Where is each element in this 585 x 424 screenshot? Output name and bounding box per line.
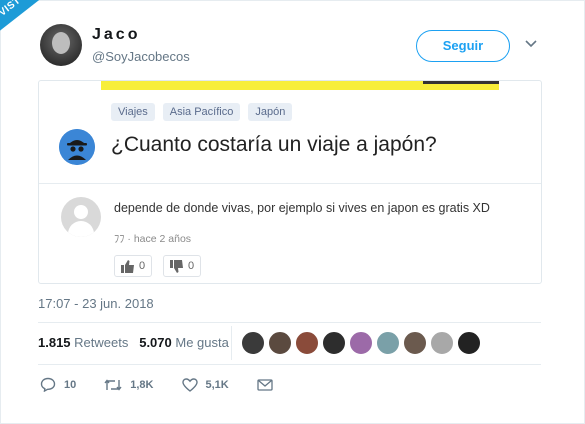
card-divider	[39, 183, 541, 184]
card-image-strip	[101, 81, 499, 90]
liker-avatar[interactable]	[295, 331, 319, 355]
reply-icon	[40, 377, 56, 392]
anonymous-user-icon	[59, 129, 95, 165]
likes-label[interactable]: Me gusta	[175, 335, 228, 350]
liker-avatar[interactable]	[457, 331, 481, 355]
avatar-face	[52, 32, 70, 54]
answer-text: depende de donde vivas, por ejemplo si v…	[114, 201, 490, 215]
topic-tags: Viajes Asia Pacífico Japón	[111, 103, 293, 121]
divider	[38, 364, 541, 365]
envelope-icon	[257, 378, 273, 391]
stats-divider	[231, 326, 232, 360]
downvote-count: 0	[188, 260, 195, 272]
thumbs-up-icon	[121, 259, 134, 273]
downvote-button[interactable]: 0	[163, 255, 202, 277]
liker-avatars	[241, 331, 481, 355]
tweet-actions: 10 1,8K 5,1K	[40, 377, 301, 392]
chevron-down-icon[interactable]	[524, 36, 538, 50]
retweet-icon	[104, 378, 122, 391]
topic-tag[interactable]: Japón	[248, 103, 293, 121]
liker-avatar[interactable]	[241, 331, 265, 355]
retweet-count[interactable]: 1.815	[38, 335, 71, 350]
divider	[38, 322, 541, 323]
author-handle[interactable]: @SoyJacobecos	[92, 49, 190, 64]
message-action[interactable]	[257, 378, 273, 391]
liker-avatar[interactable]	[322, 331, 346, 355]
reply-count: 10	[64, 378, 77, 391]
engagement-stats: 1.815 Retweets 5.070 Me gusta	[38, 335, 229, 350]
topic-tag[interactable]: Asia Pacífico	[162, 103, 241, 121]
follow-button[interactable]: Seguir	[416, 30, 510, 62]
liker-avatar[interactable]	[376, 331, 400, 355]
upvote-button[interactable]: 0	[114, 255, 153, 277]
topic-tag[interactable]: Viajes	[111, 103, 155, 121]
liker-avatar[interactable]	[403, 331, 427, 355]
like-action[interactable]: 5,1K	[181, 377, 229, 392]
answer-meta: ﾌﾌ · hace 2 años	[114, 233, 192, 245]
tweet-timestamp[interactable]: 17:07 - 23 jun. 2018	[38, 296, 154, 311]
thumbs-down-icon	[170, 259, 183, 273]
retweet-action-count: 1,8K	[130, 378, 154, 391]
upvote-count: 0	[139, 260, 146, 272]
like-action-count: 5,1K	[205, 378, 229, 391]
embedded-card[interactable]: Viajes Asia Pacífico Japón ¿Cuanto costa…	[38, 80, 542, 284]
liker-avatar[interactable]	[430, 331, 454, 355]
retweets-label[interactable]: Retweets	[74, 335, 128, 350]
author-name[interactable]: Jaco	[92, 26, 140, 44]
author-avatar[interactable]	[40, 24, 82, 66]
answer-avatar	[61, 197, 101, 237]
question-title[interactable]: ¿Cuanto costaría un viaje a japón?	[111, 133, 437, 157]
liker-avatar[interactable]	[268, 331, 292, 355]
like-count[interactable]: 5.070	[139, 335, 172, 350]
liker-avatar[interactable]	[349, 331, 373, 355]
reply-action[interactable]: 10	[40, 377, 76, 392]
retweet-action[interactable]: 1,8K	[104, 378, 154, 392]
heart-icon	[181, 377, 198, 392]
